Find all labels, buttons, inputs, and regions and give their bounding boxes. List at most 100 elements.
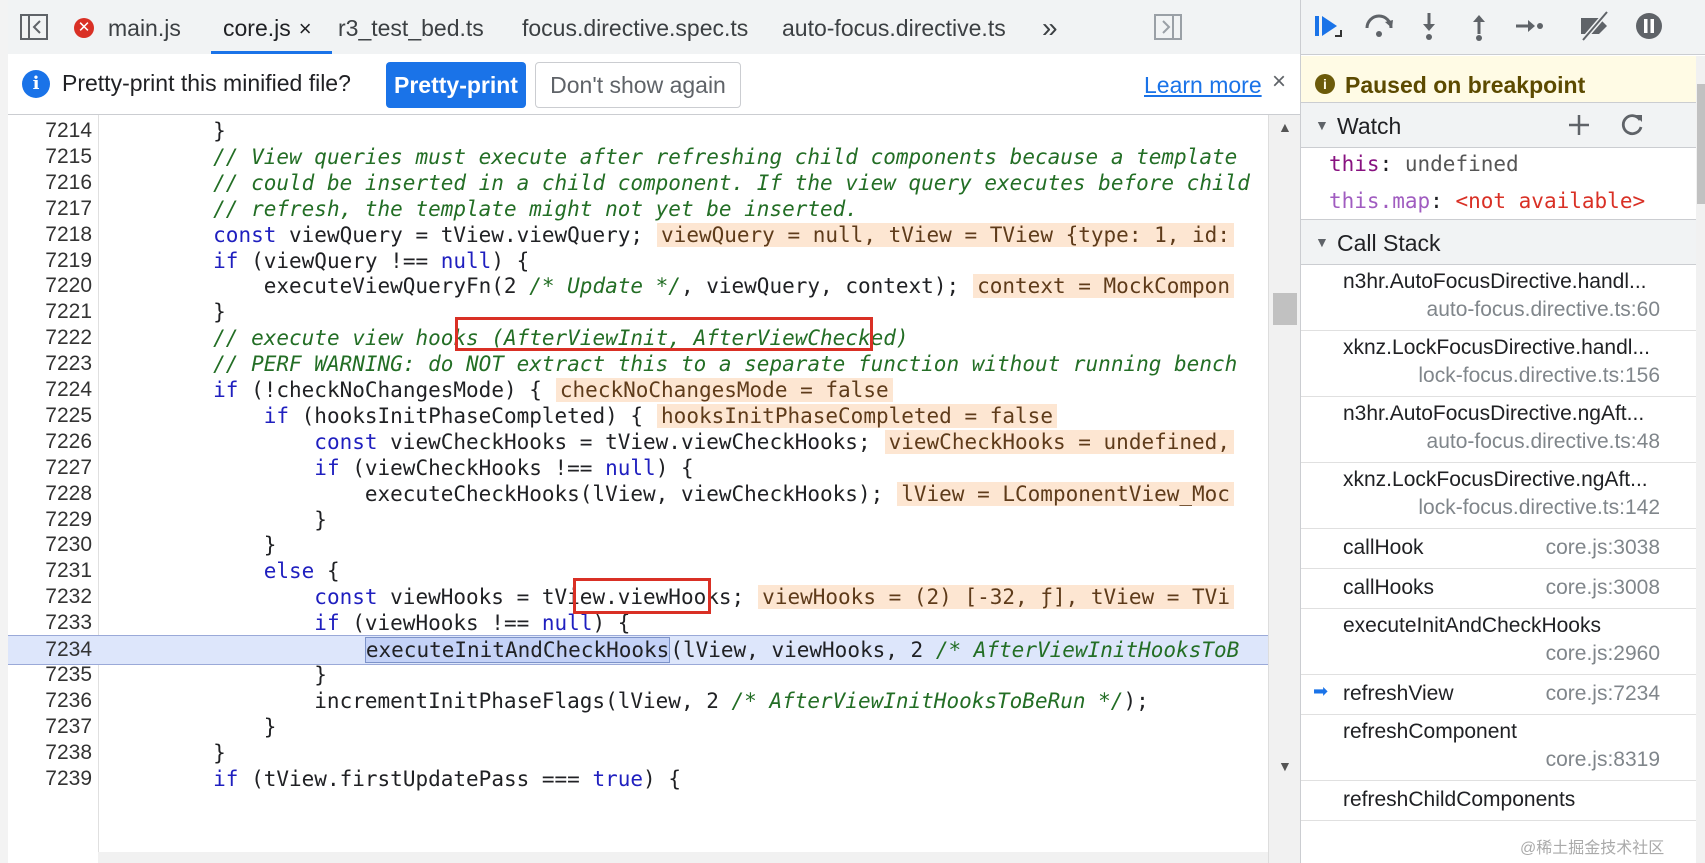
frame-location[interactable]: lock-focus.directive.ts:142 xyxy=(1418,496,1660,520)
code-line[interactable]: 7216 // could be inserted in a child com… xyxy=(8,169,1268,197)
tab-auto-focus-directive[interactable]: auto-focus.directive.ts xyxy=(782,0,1006,54)
code-line[interactable]: 7226 const viewCheckHooks = tView.viewCh… xyxy=(8,428,1268,456)
call-frame[interactable]: n3hr.AutoFocusDirective.handl... auto-foc… xyxy=(1301,264,1696,331)
line-number[interactable]: 7218 xyxy=(8,221,92,249)
frame-location[interactable]: auto-focus.directive.ts:60 xyxy=(1427,298,1660,322)
code-horizontal-scrollbar[interactable] xyxy=(98,852,1268,863)
code-line[interactable]: 7214 } xyxy=(8,117,1268,145)
watch-item[interactable]: this.map: <not available> xyxy=(1329,189,1645,213)
call-stack-section-header[interactable]: ▼ Call Stack xyxy=(1301,219,1696,265)
scroll-up-icon[interactable]: ▲ xyxy=(1278,119,1292,135)
toggle-debugger-icon[interactable] xyxy=(1154,14,1182,40)
code-line[interactable]: 7218 const viewQuery = tView.viewQuery; v… xyxy=(8,221,1268,249)
code-line[interactable]: 7237 } xyxy=(8,713,1268,741)
frame-location[interactable]: core.js:7234 xyxy=(1546,682,1660,706)
line-number[interactable]: 7214 xyxy=(8,117,92,145)
tab-main-js[interactable]: ✕ main.js xyxy=(74,0,181,54)
code-line[interactable]: 7215 // View queries must execute after … xyxy=(8,143,1268,171)
call-frame[interactable]: refreshChildComponents xyxy=(1301,780,1696,821)
code-line[interactable]: 7217 // refresh, the template might not … xyxy=(8,195,1268,223)
frame-location[interactable]: core.js:2960 xyxy=(1546,642,1660,666)
code-text: const viewQuery = tView.viewQuery; viewQu… xyxy=(112,221,1234,249)
resume-icon[interactable] xyxy=(1311,10,1343,42)
code-line[interactable]: 7224 if (!checkNoChangesMode) {checkNoCh… xyxy=(8,376,1268,404)
learn-more-link[interactable]: Learn more xyxy=(1144,72,1262,99)
code-line[interactable]: 7228 executeCheckHooks(lView, viewCheckH… xyxy=(8,480,1268,508)
line-number[interactable]: 7228 xyxy=(8,480,92,508)
tab-r3-test-bed[interactable]: r3_test_bed.ts xyxy=(338,0,484,54)
code-line[interactable]: 7230 } xyxy=(8,531,1268,559)
code-line[interactable]: 7238 } xyxy=(8,739,1268,767)
toggle-navigator-icon[interactable] xyxy=(20,14,48,40)
code-line[interactable]: 7239 if (tView.firstUpdatePass === true)… xyxy=(8,765,1268,793)
frame-location[interactable]: lock-focus.directive.ts:156 xyxy=(1418,364,1660,388)
frame-location[interactable]: core.js:3008 xyxy=(1546,576,1660,600)
call-frame[interactable]: n3hr.AutoFocusDirective.ngAft... auto-foc… xyxy=(1301,396,1696,463)
line-number[interactable]: 7234 xyxy=(8,636,92,664)
deactivate-breakpoints-icon[interactable] xyxy=(1577,10,1613,42)
line-number[interactable]: 7226 xyxy=(8,428,92,456)
call-frame-current[interactable]: ➡ refreshView core.js:7234 xyxy=(1301,674,1696,715)
more-tabs-icon[interactable]: » xyxy=(1042,0,1058,54)
line-number[interactable]: 7239 xyxy=(8,765,92,793)
scroll-thumb[interactable] xyxy=(1697,84,1705,204)
line-number[interactable]: 7220 xyxy=(8,272,92,300)
add-watch-icon[interactable] xyxy=(1567,113,1591,137)
close-tab-icon[interactable]: × xyxy=(299,16,312,41)
code-line[interactable]: 7225 if (hooksInitPhaseCompleted) {hooks… xyxy=(8,402,1268,430)
close-icon[interactable]: × xyxy=(1272,68,1286,96)
tab-core-js[interactable]: core.js × xyxy=(211,0,332,54)
code-editor[interactable]: refreshChildComponents(lView, components… xyxy=(8,115,1268,863)
line-number[interactable]: 7238 xyxy=(8,739,92,767)
tab-focus-directive-spec[interactable]: focus.directive.spec.ts xyxy=(522,0,748,54)
code-line[interactable]: 7219 if (viewQuery !== null) { xyxy=(8,247,1268,275)
line-number[interactable]: 7223 xyxy=(8,350,92,378)
scroll-down-icon[interactable]: ▼ xyxy=(1278,758,1292,774)
pretty-print-button[interactable]: Pretty-print xyxy=(386,62,526,108)
step-over-icon[interactable] xyxy=(1363,10,1395,42)
line-number[interactable]: 7230 xyxy=(8,531,92,559)
call-frame[interactable]: xknz.LockFocusDirective.handl... lock-foc… xyxy=(1301,330,1696,397)
frame-location[interactable]: core.js:3038 xyxy=(1546,536,1660,560)
call-frame[interactable]: callHook core.js:3038 xyxy=(1301,528,1696,569)
line-number[interactable]: 7236 xyxy=(8,687,92,715)
line-number[interactable]: 7235 xyxy=(8,661,92,689)
line-number[interactable]: 7232 xyxy=(8,583,92,611)
line-number[interactable]: 7233 xyxy=(8,609,92,637)
code-line[interactable]: 7223 // PERF WARNING: do NOT extract thi… xyxy=(8,350,1268,378)
line-number[interactable]: 7225 xyxy=(8,402,92,430)
frame-location[interactable]: auto-focus.directive.ts:48 xyxy=(1427,430,1660,454)
call-frame[interactable]: xknz.LockFocusDirective.ngAft... lock-foc… xyxy=(1301,462,1696,529)
line-number[interactable]: 7219 xyxy=(8,247,92,275)
code-line[interactable]: 7220 executeViewQueryFn(2 /* Update */, … xyxy=(8,272,1268,300)
code-line[interactable]: 7229 } xyxy=(8,506,1268,534)
line-number[interactable]: 7231 xyxy=(8,557,92,585)
step-into-icon[interactable] xyxy=(1413,10,1445,42)
watch-section-header[interactable]: ▼ Watch xyxy=(1301,102,1696,148)
line-number[interactable]: 7221 xyxy=(8,298,92,326)
line-number[interactable]: 7216 xyxy=(8,169,92,197)
call-frame[interactable]: executeInitAndCheckHooks core.js:2960 xyxy=(1301,608,1696,675)
line-number[interactable]: 7217 xyxy=(8,195,92,223)
scroll-thumb[interactable] xyxy=(1273,293,1297,325)
code-line[interactable]: 7236 incrementInitPhaseFlags(lView, 2 /*… xyxy=(8,687,1268,715)
code-line[interactable]: 7227 if (viewCheckHooks !== null) { xyxy=(8,454,1268,482)
watch-item[interactable]: this: undefined xyxy=(1329,152,1519,176)
step-icon[interactable] xyxy=(1513,10,1545,42)
pause-on-exceptions-icon[interactable] xyxy=(1633,10,1665,42)
sidebar-scrollbar[interactable] xyxy=(1696,56,1705,863)
refresh-icon[interactable] xyxy=(1619,112,1645,138)
line-number[interactable]: 7229 xyxy=(8,506,92,534)
call-frame[interactable]: refreshComponent core.js:8319 xyxy=(1301,714,1696,781)
line-number[interactable]: 7227 xyxy=(8,454,92,482)
line-number[interactable]: 7215 xyxy=(8,143,92,171)
dont-show-again-button[interactable]: Don't show again xyxy=(535,62,741,108)
code-vertical-scrollbar[interactable]: ▲ ▼ xyxy=(1268,115,1301,863)
step-out-icon[interactable] xyxy=(1463,10,1495,42)
line-number[interactable]: 7224 xyxy=(8,376,92,404)
line-number[interactable]: 7237 xyxy=(8,713,92,741)
call-frame[interactable]: callHooks core.js:3008 xyxy=(1301,568,1696,609)
line-number[interactable]: 7222 xyxy=(8,324,92,352)
frame-location[interactable]: core.js:8319 xyxy=(1546,748,1660,772)
code-line[interactable]: 7235 } xyxy=(8,661,1268,689)
